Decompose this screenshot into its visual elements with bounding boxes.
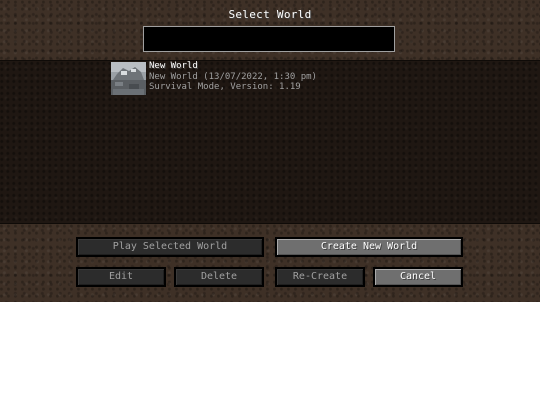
edit-button[interactable]: Edit <box>76 267 166 287</box>
world-mode-version: Survival Mode, Version: 1.19 <box>149 82 301 92</box>
world-select-screen: Select World New World New World (13/07/… <box>0 0 540 302</box>
play-selected-world-button[interactable]: Play Selected World <box>76 237 264 257</box>
create-new-world-button[interactable]: Create New World <box>275 237 463 257</box>
world-details: New World (13/07/2022, 1:30 pm) <box>149 72 317 82</box>
world-name: New World <box>149 61 198 71</box>
world-list[interactable]: New World New World (13/07/2022, 1:30 pm… <box>0 60 540 224</box>
cancel-button[interactable]: Cancel <box>373 267 463 287</box>
world-thumbnail-icon <box>111 62 146 95</box>
delete-button[interactable]: Delete <box>174 267 264 287</box>
screen-title: Select World <box>228 8 312 21</box>
search-input[interactable] <box>143 26 395 52</box>
recreate-button[interactable]: Re-Create <box>275 267 365 287</box>
world-list-item[interactable]: New World New World (13/07/2022, 1:30 pm… <box>111 61 431 97</box>
